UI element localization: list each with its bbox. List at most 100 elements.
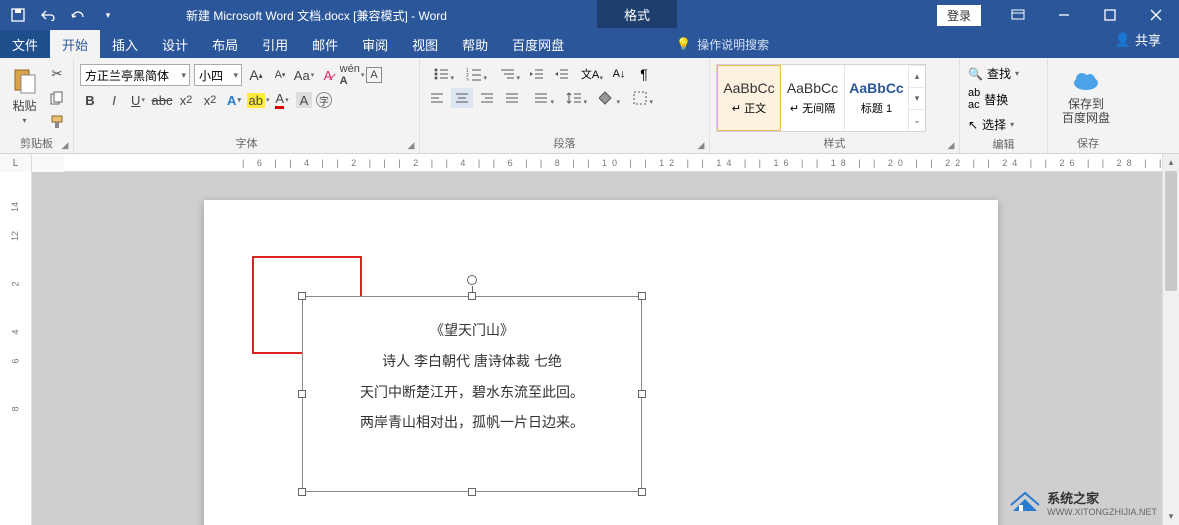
resize-handle-bm[interactable] bbox=[468, 488, 476, 496]
share-button[interactable]: 👤 共享 bbox=[1115, 30, 1161, 49]
style-normal[interactable]: AaBbCc ↵ 正文 bbox=[717, 65, 781, 131]
line-spacing-icon[interactable] bbox=[559, 88, 589, 108]
resize-handle-bl[interactable] bbox=[298, 488, 306, 496]
increase-indent-icon[interactable] bbox=[550, 64, 572, 84]
text-effects-icon[interactable]: A bbox=[224, 90, 244, 110]
underline-icon[interactable]: U bbox=[128, 90, 148, 110]
tab-file[interactable]: 文件 bbox=[0, 30, 50, 58]
undo-icon[interactable] bbox=[40, 7, 56, 23]
superscript-icon[interactable]: x2 bbox=[200, 90, 220, 110]
ruler-vertical[interactable]: 14122468 bbox=[0, 172, 32, 525]
tell-me-search[interactable]: 💡 操作说明搜索 bbox=[676, 30, 769, 58]
login-button[interactable]: 登录 bbox=[937, 5, 981, 26]
clear-format-icon[interactable]: A̷ bbox=[318, 65, 338, 85]
cut-icon[interactable]: ✂ bbox=[47, 64, 67, 84]
scrollbar-vertical[interactable]: ▴ ▾ bbox=[1162, 154, 1179, 525]
tab-insert[interactable]: 插入 bbox=[100, 30, 150, 58]
ruler-horizontal[interactable]: | 6 | | 4 | | 2 | | | 2 | | 4 | | 6 | | … bbox=[64, 154, 1179, 172]
show-marks-icon[interactable]: ¶ bbox=[633, 64, 655, 84]
align-center-icon[interactable] bbox=[451, 88, 473, 108]
tab-design[interactable]: 设计 bbox=[150, 30, 200, 58]
redo-icon[interactable] bbox=[70, 7, 86, 23]
replace-button[interactable]: abac替换 bbox=[966, 86, 1021, 112]
enclose-char-icon[interactable]: 字 bbox=[316, 92, 332, 108]
highlight-icon[interactable]: ab bbox=[248, 90, 268, 110]
resize-handle-mr[interactable] bbox=[638, 390, 646, 398]
page-area[interactable]: 《望天门山》 诗人 李白朝代 唐诗体裁 七绝 天门中断楚江开，碧水东流至此回。 … bbox=[32, 172, 1179, 525]
scroll-thumb[interactable] bbox=[1165, 171, 1177, 291]
subscript-icon[interactable]: x2 bbox=[176, 90, 196, 110]
char-shading-icon[interactable]: A bbox=[296, 92, 312, 108]
group-editing: 🔍查找▾ abac替换 ↖选择▾ 编辑 bbox=[960, 58, 1048, 153]
multilevel-list-icon[interactable] bbox=[492, 64, 522, 84]
save-icon[interactable] bbox=[10, 7, 26, 23]
shrink-font-icon[interactable]: A▾ bbox=[270, 65, 290, 85]
select-button[interactable]: ↖选择▾ bbox=[966, 115, 1021, 134]
document-page[interactable]: 《望天门山》 诗人 李白朝代 唐诗体裁 七绝 天门中断楚江开，碧水东流至此回。 … bbox=[204, 200, 998, 525]
resize-handle-tm[interactable] bbox=[468, 292, 476, 300]
share-icon: 👤 bbox=[1115, 32, 1131, 48]
sort-icon[interactable]: A↓ bbox=[608, 64, 630, 84]
font-color-icon[interactable]: A bbox=[272, 90, 292, 110]
style-nospacing[interactable]: AaBbCc ↵ 无间隔 bbox=[781, 65, 845, 131]
style-preview: AaBbCc bbox=[787, 80, 838, 96]
align-right-icon[interactable] bbox=[476, 88, 498, 108]
paste-button[interactable]: 粘贴 ▾ bbox=[6, 60, 43, 132]
char-border-icon[interactable]: A bbox=[366, 67, 382, 83]
styles-gallery[interactable]: AaBbCc ↵ 正文 AaBbCc ↵ 无间隔 AaBbCc 标题 1 ▴▾⌄ bbox=[716, 64, 926, 132]
change-case-icon[interactable]: Aa bbox=[294, 65, 314, 85]
font-dialog-launcher[interactable]: ◢ bbox=[405, 139, 417, 151]
text-box[interactable]: 《望天门山》 诗人 李白朝代 唐诗体裁 七绝 天门中断楚江开，碧水东流至此回。 … bbox=[302, 296, 642, 492]
tab-view[interactable]: 视图 bbox=[400, 30, 450, 58]
align-distribute-icon[interactable] bbox=[526, 88, 556, 108]
resize-handle-ml[interactable] bbox=[298, 390, 306, 398]
style-heading1[interactable]: AaBbCc 标题 1 bbox=[845, 65, 909, 131]
scroll-down-icon[interactable]: ▾ bbox=[1163, 508, 1179, 525]
font-size-combo[interactable]: 小四 bbox=[194, 64, 242, 86]
resize-handle-tr[interactable] bbox=[638, 292, 646, 300]
italic-icon[interactable]: I bbox=[104, 90, 124, 110]
styles-dialog-launcher[interactable]: ◢ bbox=[945, 139, 957, 151]
bold-icon[interactable]: B bbox=[80, 90, 100, 110]
minimize-icon[interactable] bbox=[1041, 0, 1087, 30]
paragraph-dialog-launcher[interactable]: ◢ bbox=[695, 139, 707, 151]
find-button[interactable]: 🔍查找▾ bbox=[966, 64, 1021, 83]
resize-handle-tl[interactable] bbox=[298, 292, 306, 300]
styles-more[interactable]: ▴▾⌄ bbox=[909, 65, 925, 131]
tab-baidu[interactable]: 百度网盘 bbox=[500, 30, 576, 58]
text-box-content[interactable]: 《望天门山》 诗人 李白朝代 唐诗体裁 七绝 天门中断楚江开，碧水东流至此回。 … bbox=[303, 297, 641, 456]
align-justify-icon[interactable] bbox=[501, 88, 523, 108]
save-baidu-button[interactable]: 保存到 百度网盘 bbox=[1054, 60, 1118, 132]
strikethrough-icon[interactable]: abc bbox=[152, 90, 172, 110]
borders-icon[interactable] bbox=[625, 88, 655, 108]
tab-layout[interactable]: 布局 bbox=[200, 30, 250, 58]
rotate-handle[interactable] bbox=[467, 275, 477, 285]
resize-handle-br[interactable] bbox=[638, 488, 646, 496]
tab-selector[interactable]: L bbox=[0, 154, 32, 172]
tab-format[interactable]: 格式 bbox=[597, 0, 677, 28]
font-name-combo[interactable]: 方正兰亭黑简体 bbox=[80, 64, 190, 86]
tab-review[interactable]: 审阅 bbox=[350, 30, 400, 58]
close-icon[interactable] bbox=[1133, 0, 1179, 30]
numbering-icon[interactable]: 123 bbox=[459, 64, 489, 84]
tab-home[interactable]: 开始 bbox=[50, 30, 100, 58]
tab-help[interactable]: 帮助 bbox=[450, 30, 500, 58]
grow-font-icon[interactable]: A▴ bbox=[246, 65, 266, 85]
format-painter-icon[interactable] bbox=[47, 112, 67, 132]
bullets-icon[interactable] bbox=[426, 64, 456, 84]
ribbon-display-icon[interactable] bbox=[995, 0, 1041, 30]
copy-icon[interactable] bbox=[47, 88, 67, 108]
tab-mailings[interactable]: 邮件 bbox=[300, 30, 350, 58]
phonetic-guide-icon[interactable]: wénA bbox=[342, 65, 362, 85]
align-left-icon[interactable] bbox=[426, 88, 448, 108]
shading-icon[interactable] bbox=[592, 88, 622, 108]
text-direction-icon[interactable]: 文A bbox=[575, 64, 605, 84]
group-save: 保存到 百度网盘 保存 bbox=[1048, 58, 1128, 153]
paste-icon bbox=[11, 67, 39, 95]
clipboard-dialog-launcher[interactable]: ◢ bbox=[59, 139, 71, 151]
maximize-icon[interactable] bbox=[1087, 0, 1133, 30]
scroll-up-icon[interactable]: ▴ bbox=[1163, 154, 1179, 171]
qat-more-icon[interactable]: ▾ bbox=[100, 7, 116, 23]
decrease-indent-icon[interactable] bbox=[525, 64, 547, 84]
tab-references[interactable]: 引用 bbox=[250, 30, 300, 58]
